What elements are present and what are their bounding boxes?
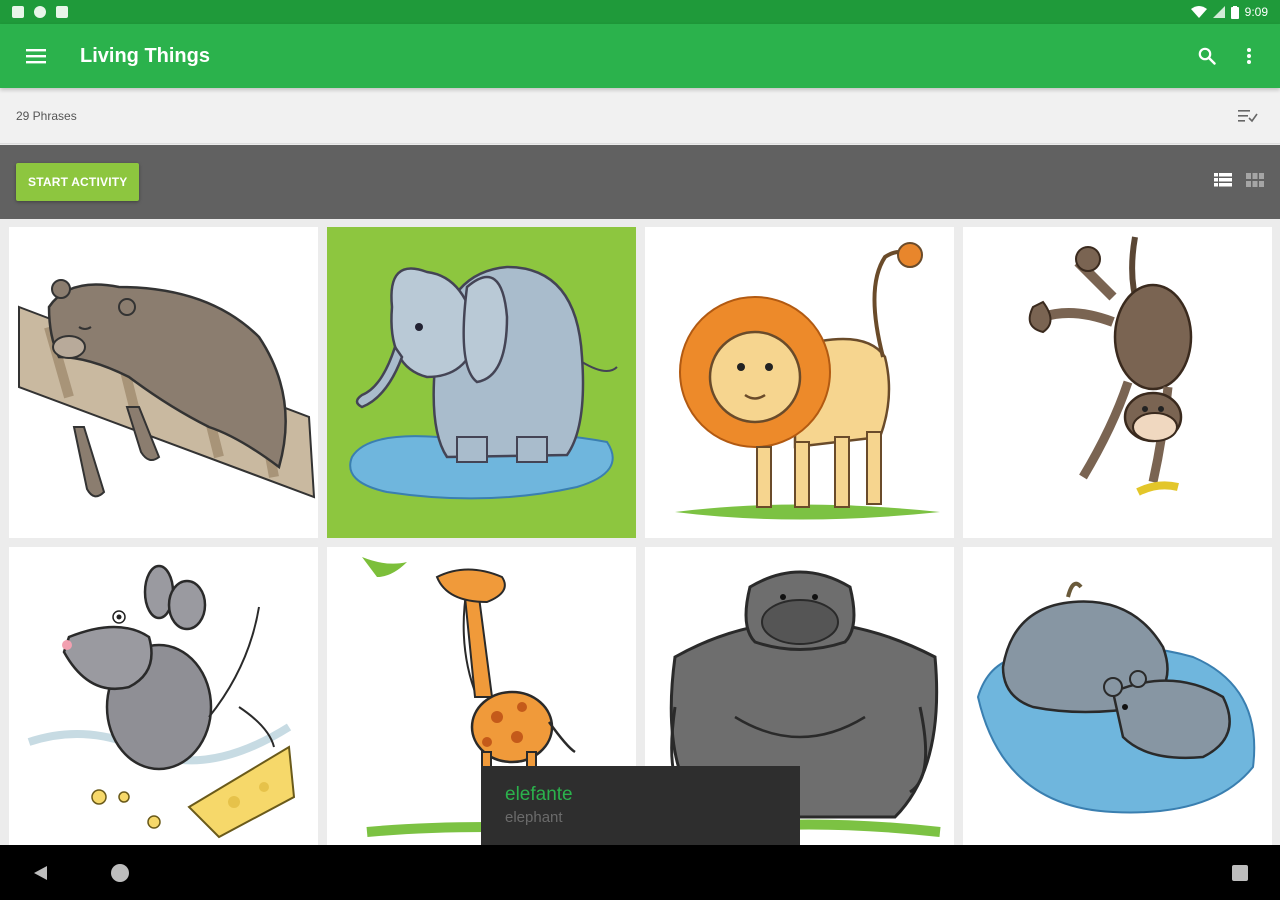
lion-image <box>675 242 940 520</box>
recents-button[interactable] <box>1216 849 1264 897</box>
sync-icon <box>34 6 46 18</box>
phrase-card-bear[interactable] <box>9 227 318 538</box>
sort-check-icon <box>1238 109 1258 122</box>
recents-icon <box>1232 865 1248 881</box>
mouse-image <box>27 564 296 839</box>
start-activity-button[interactable]: START ACTIVITY <box>16 163 140 201</box>
hippo-image <box>976 581 1256 814</box>
home-button[interactable] <box>96 849 144 897</box>
phrase-summary-bar: 29 Phrases <box>0 88 1280 144</box>
list-view-icon <box>1214 172 1232 186</box>
action-bar: START ACTIVITY <box>0 145 1280 219</box>
phrase-card-hippo[interactable] <box>963 547 1272 845</box>
list-view-button[interactable] <box>1214 172 1232 192</box>
phrase-card-elephant[interactable] <box>327 227 636 538</box>
monkey-image <box>1028 236 1193 496</box>
grid-view-icon <box>1246 172 1264 187</box>
sort-button[interactable] <box>1232 100 1264 132</box>
phrase-count: 29 Phrases <box>16 108 77 123</box>
battery-icon <box>1230 5 1239 19</box>
status-time: 9:09 <box>1244 5 1268 19</box>
more-options-button[interactable] <box>1228 32 1270 80</box>
phrase-card-monkey[interactable] <box>963 227 1272 538</box>
wifi-icon <box>1190 6 1207 18</box>
search-button[interactable] <box>1186 32 1228 80</box>
toast-translation: elephant <box>505 809 563 826</box>
phrase-card-mouse[interactable] <box>9 547 318 845</box>
system-icons: 9:09 <box>1190 5 1268 19</box>
status-bar: 9:09 <box>0 0 1280 24</box>
menu-icon <box>26 49 46 64</box>
grid-view-button[interactable] <box>1246 172 1264 192</box>
phrase-grid <box>9 227 1273 845</box>
menu-button[interactable] <box>0 24 72 88</box>
back-icon <box>34 866 47 880</box>
phrase-translation-toast: elefante elephant <box>481 766 800 846</box>
more-vert-icon <box>1247 48 1251 64</box>
search-icon <box>1198 47 1216 65</box>
home-icon <box>111 864 129 882</box>
toast-word: elefante <box>505 784 573 805</box>
phrase-card-lion[interactable] <box>645 227 954 538</box>
back-button[interactable] <box>16 849 64 897</box>
bear-image <box>18 279 316 499</box>
app-bar: Living Things <box>0 24 1280 88</box>
page-title: Living Things <box>80 44 210 67</box>
signal-icon <box>1212 6 1225 18</box>
elephant-image <box>349 265 618 500</box>
notification-icon <box>12 6 24 18</box>
sd-card-icon <box>56 6 68 18</box>
notification-icons <box>12 6 68 18</box>
system-nav-bar <box>0 845 1280 900</box>
